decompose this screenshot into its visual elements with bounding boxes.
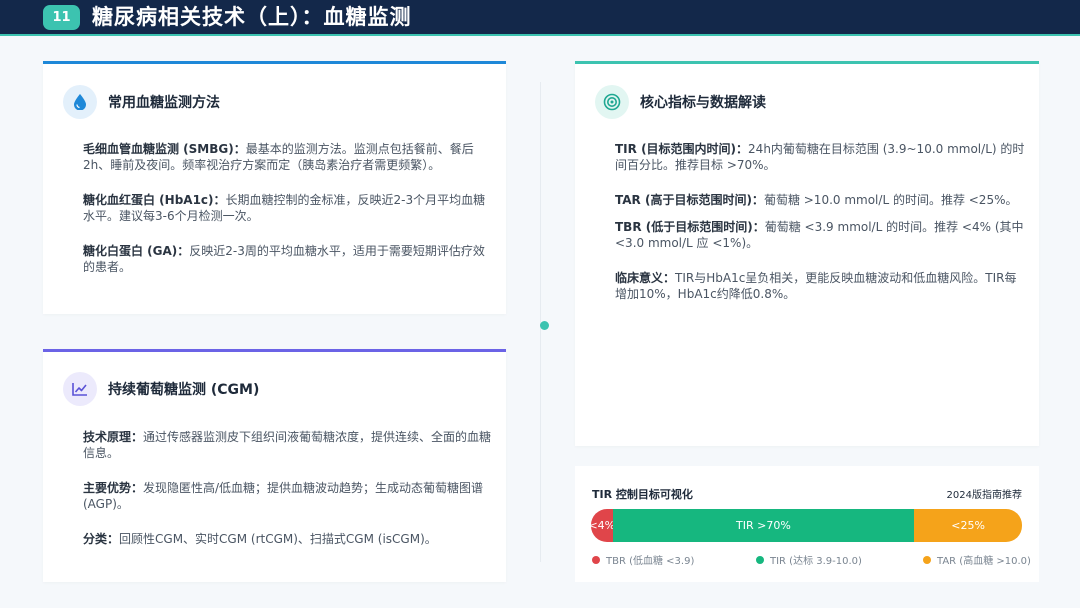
card-monitoring-methods: 常用血糖监测方法 毛细血管血糖监测 (SMBG)：最基本的监测方法。监测点包括餐…: [43, 61, 506, 314]
card-header: 持续葡萄糖监测 (CGM): [63, 372, 259, 406]
list-item: TIR (目标范围内时间)：24h内葡萄糖在目标范围 (3.9~10.0 mmo…: [615, 141, 1027, 173]
header-bar: 11 糖尿病相关技术（上）：血糖监测: [0, 0, 1080, 36]
list-item: 糖化白蛋白 (GA)：反映近2-3周的平均血糖水平，适用于需要短期评估疗效的患者…: [83, 243, 493, 275]
list-item: 分类：回顾性CGM、实时CGM (rtCGM)、扫描式CGM (isCGM)。: [83, 531, 493, 547]
item-text: 葡萄糖 >10.0 mmol/L 的时间。推荐 <25%。: [763, 193, 1018, 207]
item-term: 技术原理：: [83, 430, 144, 444]
page-number-badge: 11: [43, 5, 80, 30]
card-title: 核心指标与数据解读: [640, 95, 766, 111]
item-text: 通过传感器监测皮下组织间液葡萄糖浓度，提供连续、全面的血糖信息。: [83, 430, 492, 460]
legend-dot: [923, 555, 931, 564]
tir-segment: TIR >70%: [612, 509, 915, 542]
legend-tar: TAR (高血糖 >10.0): [923, 552, 1031, 567]
list-item: TAR (高于目标范围时间)：葡萄糖 >10.0 mmol/L 的时间。推荐 <…: [615, 192, 1027, 208]
line-chart-icon: [63, 372, 97, 406]
item-term: TAR (高于目标范围时间)：: [615, 193, 764, 207]
tir-stacked-bar: <4% TIR >70% <25%: [588, 509, 1022, 542]
list-item: 糖化血红蛋白 (HbA1c)：长期血糖控制的金标准，反映近2-3个月平均血糖水平…: [83, 192, 493, 224]
item-term: 糖化白蛋白 (GA)：: [83, 244, 190, 258]
water-drop-icon: [63, 85, 97, 119]
target-icon: [595, 85, 629, 119]
list-item: 技术原理：通过传感器监测皮下组织间液葡萄糖浓度，提供连续、全面的血糖信息。: [83, 429, 493, 461]
card-body: TIR (目标范围内时间)：24h内葡萄糖在目标范围 (3.9~10.0 mmo…: [615, 141, 1027, 321]
item-text: TIR与HbA1c呈负相关，更能反映血糖波动和低血糖风险。TIR每增加10%，H…: [615, 271, 1017, 301]
viz-note: 2024版指南推荐: [946, 490, 1022, 501]
legend-label: TBR (低血糖 <3.9): [606, 556, 695, 567]
item-term: TBR (低于目标范围时间)：: [615, 220, 765, 234]
tbr-segment: <4%: [588, 509, 615, 542]
item-text: 发现隐匿性高/低血糖；提供血糖波动趋势；生成动态葡萄糖图谱 (AGP)。: [83, 481, 484, 511]
list-item: TBR (低于目标范围时间)：葡萄糖 <3.9 mmol/L 的时间。推荐 <4…: [615, 219, 1027, 251]
legend-tir: TIR (达标 3.9-10.0): [756, 552, 862, 567]
legend-dot: [756, 555, 764, 564]
tir-visualization-card: TIR 控制目标可视化 2024版指南推荐 <4% TIR >70% <25% …: [575, 466, 1039, 582]
item-text: 回顾性CGM、实时CGM (rtCGM)、扫描式CGM (isCGM)。: [119, 532, 437, 546]
item-term: TIR (目标范围内时间)：: [615, 142, 749, 156]
card-title: 持续葡萄糖监测 (CGM): [108, 382, 260, 398]
viz-title: TIR 控制目标可视化: [592, 488, 693, 501]
card-body: 技术原理：通过传感器监测皮下组织间液葡萄糖浓度，提供连续、全面的血糖信息。 主要…: [83, 429, 493, 566]
list-item: 主要优势：发现隐匿性高/低血糖；提供血糖波动趋势；生成动态葡萄糖图谱 (AGP)…: [83, 480, 493, 512]
page-title: 糖尿病相关技术（上）：血糖监测: [92, 5, 412, 29]
item-term: 主要优势：: [83, 481, 144, 495]
item-term: 糖化血红蛋白 (HbA1c)：: [83, 193, 226, 207]
card-cgm: 持续葡萄糖监测 (CGM) 技术原理：通过传感器监测皮下组织间液葡萄糖浓度，提供…: [43, 349, 506, 582]
card-accent-bar: [575, 61, 1039, 64]
list-item: 毛细血管血糖监测 (SMBG)：最基本的监测方法。监测点包括餐前、餐后2h、睡前…: [83, 141, 493, 173]
list-item: 临床意义：TIR与HbA1c呈负相关，更能反映血糖波动和低血糖风险。TIR每增加…: [615, 270, 1027, 302]
legend-tbr: TBR (低血糖 <3.9): [592, 552, 694, 567]
divider-dot: [540, 321, 549, 330]
card-body: 毛细血管血糖监测 (SMBG)：最基本的监测方法。监测点包括餐前、餐后2h、睡前…: [83, 141, 493, 294]
item-term: 分类：: [83, 532, 120, 546]
card-accent-bar: [43, 61, 506, 64]
tar-segment: <25%: [914, 509, 1022, 542]
card-header: 核心指标与数据解读: [595, 85, 766, 119]
card-title: 常用血糖监测方法: [108, 95, 220, 111]
legend-dot: [592, 555, 600, 564]
card-accent-bar: [43, 349, 506, 352]
card-header: 常用血糖监测方法: [63, 85, 220, 119]
legend-label: TIR (达标 3.9-10.0): [770, 556, 862, 567]
item-term: 毛细血管血糖监测 (SMBG)：: [83, 142, 246, 156]
card-core-metrics: 核心指标与数据解读 TIR (目标范围内时间)：24h内葡萄糖在目标范围 (3.…: [575, 61, 1039, 446]
item-term: 临床意义：: [615, 271, 676, 285]
legend-label: TAR (高血糖 >10.0): [937, 556, 1031, 567]
